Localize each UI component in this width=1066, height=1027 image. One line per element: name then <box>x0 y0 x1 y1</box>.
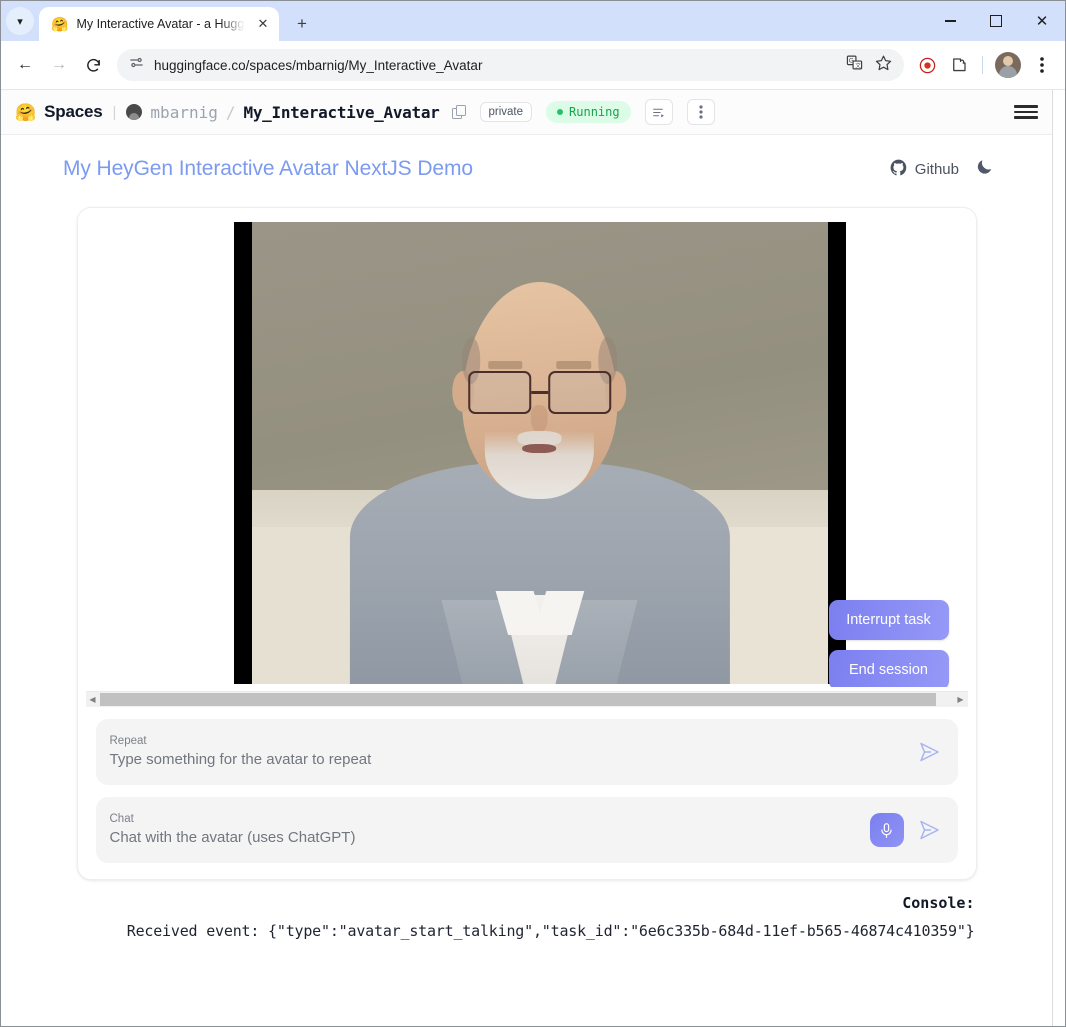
repeat-input-row[interactable]: Repeat Type something for the avatar to … <box>95 719 958 785</box>
glasses-bridge <box>531 391 548 394</box>
hamburger-menu-icon[interactable] <box>1014 100 1038 124</box>
video-frame <box>251 222 828 684</box>
avatar-card: Interrupt task End session ◀ ▶ Repeat Ty… <box>76 207 977 880</box>
record-icon[interactable] <box>912 50 942 80</box>
console-line: Received event: {"type":"avatar_start_ta… <box>126 922 975 940</box>
translate-icon[interactable]: G 文 <box>846 54 863 76</box>
owner-avatar[interactable] <box>126 104 143 120</box>
console-output: Console: Received event: {"type":"avatar… <box>77 894 977 943</box>
interrupt-task-button[interactable]: Interrupt task <box>828 600 949 640</box>
back-icon[interactable]: ← <box>9 49 41 81</box>
window-controls: ✕ <box>927 1 1065 41</box>
browser-menu-icon[interactable] <box>1027 50 1057 80</box>
scroll-right-arrow-icon[interactable]: ▶ <box>954 692 968 707</box>
forward-icon[interactable]: → <box>43 49 75 81</box>
repeat-input-actions <box>914 737 944 767</box>
repeat-input-text[interactable]: Repeat Type something for the avatar to … <box>110 734 914 769</box>
browser-toolbar-actions <box>912 50 1057 80</box>
address-bar[interactable]: huggingface.co/spaces/mbarnig/My_Interac… <box>117 49 904 81</box>
chat-input-label: Chat <box>109 813 134 826</box>
eyebrow-left <box>488 360 523 370</box>
nose <box>530 405 549 433</box>
close-window-button[interactable]: ✕ <box>1019 4 1065 38</box>
avatar-video-stream[interactable] <box>233 222 846 684</box>
eyebrow-right <box>556 360 591 370</box>
send-icon[interactable] <box>914 737 944 767</box>
send-icon[interactable] <box>914 815 944 845</box>
avatar-head <box>452 282 627 499</box>
page-content: 🤗 Spaces | mbarnig / My_Interactive_Avat… <box>1 90 1052 1026</box>
browser-tab-strip: ▾ 🤗 My Interactive Avatar - a Huggi ✕ + … <box>1 1 1065 41</box>
github-label: Github <box>914 160 959 178</box>
more-options-icon[interactable] <box>686 99 715 125</box>
status-badge-label: Running <box>569 105 620 119</box>
extensions-icon[interactable] <box>944 50 974 80</box>
horizontal-scrollbar[interactable]: ◀ ▶ <box>85 691 968 707</box>
logs-icon[interactable] <box>644 99 673 125</box>
tab-title: My Interactive Avatar - a Huggi <box>76 17 245 31</box>
chat-input-text[interactable]: Chat Chat with the avatar (uses ChatGPT) <box>110 812 870 847</box>
space-name[interactable]: My_Interactive_Avatar <box>244 103 440 122</box>
chat-input-row[interactable]: Chat Chat with the avatar (uses ChatGPT) <box>95 797 958 863</box>
end-session-button[interactable]: End session <box>828 650 949 687</box>
tab-favicon-icon: 🤗 <box>51 16 69 32</box>
chat-input-placeholder: Chat with the avatar (uses ChatGPT) <box>109 829 356 846</box>
page-title: My HeyGen Interactive Avatar NextJS Demo <box>63 157 473 180</box>
github-icon <box>889 158 908 181</box>
video-controls: Interrupt task End session <box>828 600 949 687</box>
page-scrollbar[interactable] <box>1052 90 1065 1026</box>
mouth <box>522 443 557 454</box>
bookmark-star-icon[interactable] <box>875 54 892 76</box>
video-area: Interrupt task End session <box>91 222 963 687</box>
spaces-label[interactable]: Spaces <box>44 102 103 122</box>
repeat-input-placeholder: Type something for the avatar to repeat <box>109 751 372 768</box>
profile-avatar[interactable] <box>995 52 1021 78</box>
huggingface-logo-icon[interactable]: 🤗 <box>15 104 36 121</box>
huggingface-header: 🤗 Spaces | mbarnig / My_Interactive_Avat… <box>1 90 1052 135</box>
github-link[interactable]: Github <box>889 158 959 181</box>
microphone-icon[interactable] <box>869 813 904 847</box>
tab-search-button[interactable]: ▾ <box>1 1 39 41</box>
toolbar-divider <box>982 56 983 74</box>
copy-icon[interactable] <box>451 105 466 119</box>
scroll-left-arrow-icon[interactable]: ◀ <box>86 692 100 707</box>
visibility-badge: private <box>479 102 533 122</box>
owner-name[interactable]: mbarnig <box>150 103 217 122</box>
status-dot-icon <box>557 109 564 115</box>
chevron-down-icon: ▾ <box>6 7 34 35</box>
reload-icon[interactable] <box>77 49 109 81</box>
scrollbar-thumb[interactable] <box>99 693 937 706</box>
path-slash: / <box>225 102 236 122</box>
header-separator: | <box>112 103 117 121</box>
status-badge: Running <box>546 101 631 123</box>
browser-window: ▾ 🤗 My Interactive Avatar - a Huggi ✕ + … <box>0 0 1066 1027</box>
moon-icon[interactable] <box>975 157 994 181</box>
chat-input-actions <box>869 813 944 847</box>
page-viewport: 🤗 Spaces | mbarnig / My_Interactive_Avat… <box>1 90 1065 1026</box>
app-header: My HeyGen Interactive Avatar NextJS Demo… <box>1 135 1052 181</box>
site-info-icon[interactable] <box>129 55 144 75</box>
minimize-button[interactable] <box>927 4 973 38</box>
lens-right <box>547 371 612 414</box>
input-section: Repeat Type something for the avatar to … <box>78 707 976 879</box>
url-text[interactable]: huggingface.co/spaces/mbarnig/My_Interac… <box>154 58 836 73</box>
browser-toolbar: ← → huggingface.co/spaces/mbarnig/My_Int… <box>1 41 1065 90</box>
svg-text:G: G <box>849 58 854 65</box>
browser-tab[interactable]: 🤗 My Interactive Avatar - a Huggi ✕ <box>39 7 279 41</box>
app-header-actions: Github <box>889 157 1012 181</box>
new-tab-button[interactable]: + <box>285 7 319 41</box>
maximize-button[interactable] <box>973 4 1019 38</box>
lens-left <box>467 371 532 414</box>
repeat-input-label: Repeat <box>109 735 147 748</box>
avatar-app: My HeyGen Interactive Avatar NextJS Demo… <box>1 135 1052 1026</box>
scrollbar-track[interactable] <box>99 692 954 707</box>
console-title: Console: <box>902 894 975 912</box>
close-tab-icon[interactable]: ✕ <box>253 14 273 34</box>
